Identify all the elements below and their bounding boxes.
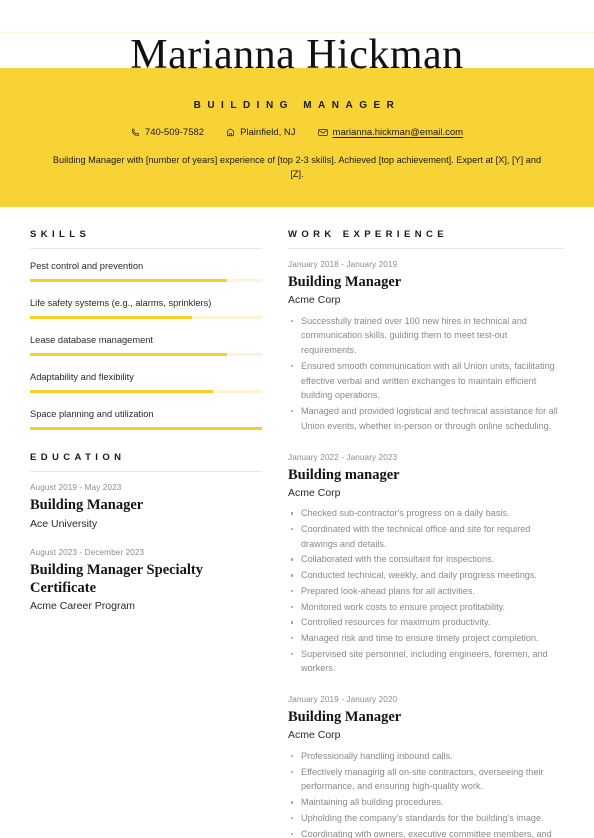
skill-item: Life safety systems (e.g., alarms, sprin…: [30, 297, 262, 320]
contact-email[interactable]: marianna.hickman@email.com: [317, 128, 464, 138]
skill-level-fill: [30, 390, 214, 394]
skill-name: Lease database management: [30, 335, 154, 346]
contact-location: Plainfield, NJ: [226, 127, 296, 138]
education-entry-org: Acme Career Program: [30, 600, 136, 613]
skill-name: Pest control and prevention: [30, 261, 144, 271]
work-experience-entry-dates: January 2018 - January 2019: [288, 260, 398, 269]
education-section: Education August 2019 - May 2023 Building…: [30, 452, 262, 614]
education-entry-title: Building Manager Specialty Certificate: [30, 562, 203, 597]
contact-row: 740-509-7582 Plainfield, NJ marianna.hic…: [0, 128, 594, 138]
work-experience-entry-org: Acme Corp: [288, 486, 341, 499]
skill-level-fill: [30, 316, 193, 320]
contact-location-text: Plainfield, NJ: [240, 127, 296, 138]
education-entry-dates: August 2019 - May 2023: [30, 483, 122, 493]
education-section-divider: [30, 471, 262, 473]
skill-level-fill: [30, 427, 262, 431]
skill-level-track: [30, 353, 262, 357]
education-entry-title: Building Manager: [30, 497, 144, 514]
work-experience-entry-title: Building Manager: [288, 274, 402, 290]
work-experience-entry-dates: January 2022 - January 2023: [288, 452, 398, 462]
work-experience-bullet: Controlled resources for maximum product…: [288, 615, 564, 630]
skill-item: Pest control and prevention: [30, 260, 262, 283]
work-experience-entry-title: Building Manager: [288, 709, 402, 726]
education-list: August 2019 - May 2023 Building Manager Ac…: [30, 483, 262, 614]
contact-phone-text: 740-509-7582: [144, 127, 205, 138]
work-experience-section-divider: [288, 248, 564, 249]
work-experience-entry: January 2018 - January 2019 Building Mana…: [288, 260, 564, 434]
work-experience-section: Work Experience January 2018 - January 2…: [288, 229, 564, 838]
skill-item: Space planning and utilization: [30, 408, 262, 431]
skills-section: Skills Pest control and prevention Life s…: [30, 229, 262, 431]
work-experience-bullet: Conducted technical, weekly, and daily p…: [288, 568, 564, 583]
skills-section-divider: [30, 248, 262, 249]
right-column: Work Experience January 2018 - January 2…: [288, 229, 564, 838]
work-experience-bullet-list: Successfully trained over 100 new hires …: [288, 314, 564, 434]
left-column: Skills Pest control and prevention Life s…: [30, 229, 262, 838]
education-entry-dates: August 2023 - December 2023: [30, 548, 145, 558]
work-experience-entry: January 2019 - January 2020 Building Mana…: [288, 695, 564, 838]
work-experience-bullet: Managed risk and time to ensure timely p…: [288, 631, 564, 646]
work-experience-bullet: Checked sub-contractor's progress on a d…: [288, 506, 564, 521]
contact-phone[interactable]: 740-509-7582: [131, 128, 204, 138]
skill-level-track: [30, 316, 262, 320]
skill-name: Adaptability and flexibility: [30, 372, 134, 383]
work-experience-bullet: Collaborated with the consultant for ins…: [288, 552, 564, 567]
education-entry: August 2019 - May 2023 Building Manager Ac…: [30, 483, 262, 531]
work-experience-list: January 2018 - January 2019 Building Mana…: [288, 260, 564, 838]
skill-name: Space planning and utilization: [30, 409, 154, 420]
education-entry-org: Ace University: [30, 517, 98, 530]
envelope-icon: [317, 128, 328, 137]
work-experience-bullet: Coordinating with owners, executive comm…: [288, 827, 564, 838]
work-experience-bullet: Effectively managing all on-site contrac…: [288, 765, 564, 794]
work-experience-bullet-list: Checked sub-contractor's progress on a d…: [288, 506, 564, 676]
skill-name: Life safety systems (e.g., alarms, sprin…: [30, 298, 212, 309]
skill-level-track: [30, 279, 262, 283]
education-section-title: Education: [30, 452, 126, 464]
work-experience-bullet-list: Professionally handling inbound calls. Ef…: [288, 749, 564, 838]
work-experience-bullet: Prepared look-ahead plans for all activi…: [288, 584, 564, 599]
work-experience-entry-dates: January 2019 - January 2020: [288, 695, 398, 705]
work-experience-entry-org: Acme Corp: [288, 729, 341, 742]
work-experience-bullet: Successfully trained over 100 new hires …: [288, 314, 564, 358]
work-experience-bullet: Upholding the company's standards for th…: [288, 811, 564, 826]
phone-icon: [131, 128, 140, 137]
work-experience-bullet: Professionally handling inbound calls.: [288, 749, 564, 764]
work-experience-bullet: Maintaining all building procedures.: [288, 795, 564, 810]
header-summary: Building Manager with [number of years] …: [52, 155, 542, 180]
work-experience-entry-org: Acme Corp: [288, 294, 341, 307]
work-experience-entry-title: Building manager: [288, 466, 400, 483]
skills-section-title: Skills: [30, 229, 91, 240]
work-experience-bullet: Ensured smooth communication with all Un…: [288, 359, 564, 403]
skill-item: Lease database management: [30, 334, 262, 357]
location-pin-icon: [226, 128, 235, 137]
work-experience-entry: January 2022 - January 2023 Building mana…: [288, 453, 564, 677]
header-job-title: Building Manager: [193, 100, 401, 111]
resume-body: Skills Pest control and prevention Life s…: [0, 207, 594, 838]
skill-level-track: [30, 390, 262, 394]
education-entry: August 2023 - December 2023 Building Mana…: [30, 548, 262, 614]
contact-email-text[interactable]: marianna.hickman@email.com: [333, 128, 464, 138]
skill-level-fill: [30, 279, 228, 283]
work-experience-section-title: Work Experience: [288, 229, 448, 240]
skill-level-fill: [30, 353, 228, 357]
skill-level-track: [30, 427, 262, 431]
resume-header: Marianna Hickman Building Manager 740-50…: [0, 0, 594, 207]
work-experience-bullet: Monitored work costs to ensure project p…: [288, 600, 564, 615]
work-experience-bullet: Supervised site personnel, including eng…: [288, 647, 564, 676]
resume-page: Marianna Hickman Building Manager 740-50…: [0, 0, 594, 838]
work-experience-bullet: Coordinated with the technical office an…: [288, 522, 564, 551]
page-title: Marianna Hickman: [130, 32, 464, 78]
work-experience-bullet: Managed and provided logistical and tech…: [288, 404, 564, 433]
skill-item: Adaptability and flexibility: [30, 371, 262, 394]
skills-list: Pest control and prevention Life safety s…: [30, 260, 262, 431]
